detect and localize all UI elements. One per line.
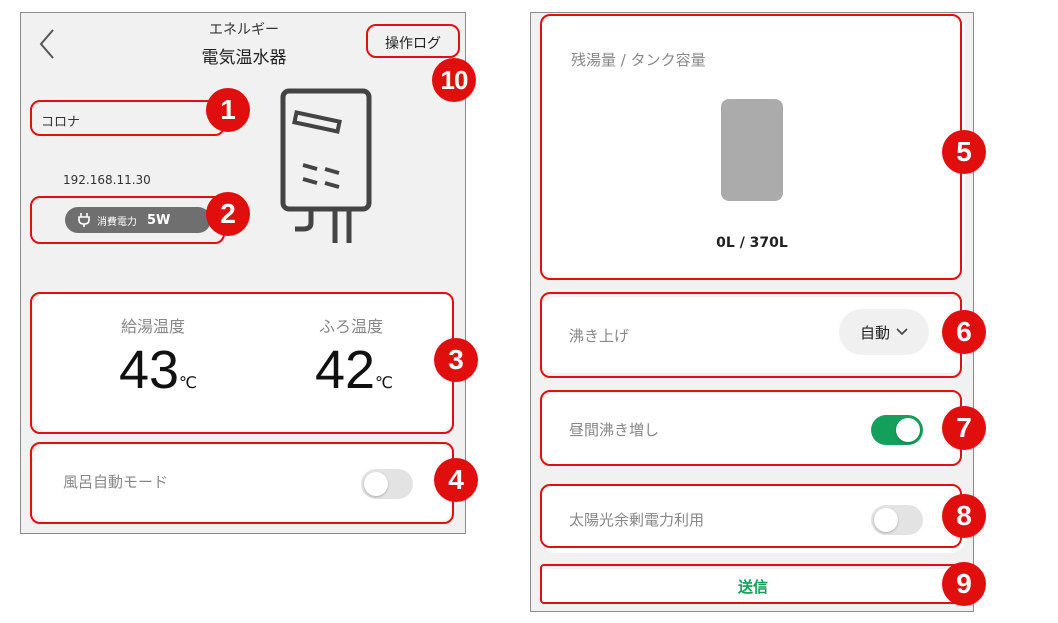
page-title: 電気温水器 — [201, 48, 287, 68]
back-button[interactable] — [37, 27, 67, 67]
highlight-boil — [540, 292, 962, 378]
callout-10: 10 — [432, 58, 476, 102]
callout-5: 5 — [942, 130, 986, 174]
callout-9: 9 — [942, 562, 986, 606]
callout-6: 6 — [942, 310, 986, 354]
ip-address: 192.168.11.30 — [63, 173, 151, 187]
callout-2: 2 — [206, 192, 250, 236]
water-heater-illustration — [280, 88, 372, 243]
highlight-day-boost — [540, 390, 962, 466]
highlight-bath-auto — [30, 442, 454, 524]
highlight-power — [30, 196, 225, 244]
callout-3: 3 — [434, 338, 478, 382]
highlight-send — [540, 564, 962, 604]
callout-8: 8 — [942, 494, 986, 538]
highlight-log-button — [366, 24, 460, 58]
chevron-left-icon — [39, 29, 54, 59]
callout-7: 7 — [942, 406, 986, 450]
highlight-maker — [30, 100, 225, 136]
highlight-tank — [540, 14, 962, 280]
callout-1: 1 — [206, 88, 250, 132]
header-category: エネルギー — [209, 22, 279, 38]
highlight-solar — [540, 484, 962, 548]
highlight-temps — [30, 292, 454, 434]
callout-4: 4 — [434, 458, 478, 502]
